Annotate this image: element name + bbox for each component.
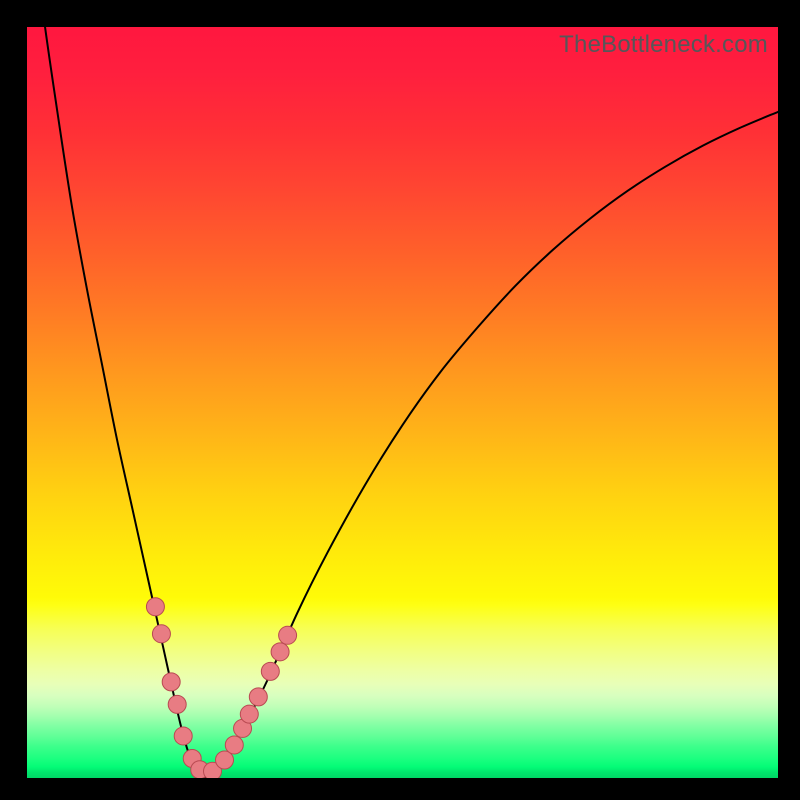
data-marker (261, 662, 279, 680)
data-marker (168, 695, 186, 713)
data-marker (162, 673, 180, 691)
data-marker (240, 705, 258, 723)
data-marker (271, 643, 289, 661)
data-marker (279, 626, 297, 644)
data-marker (152, 625, 170, 643)
data-marker (174, 727, 192, 745)
data-marker (249, 688, 267, 706)
outer-frame: TheBottleneck.com (0, 0, 800, 800)
gradient-bg (27, 27, 778, 778)
watermark-text: TheBottleneck.com (559, 31, 768, 59)
chart-svg (27, 27, 778, 778)
plot-area: TheBottleneck.com (27, 27, 778, 778)
data-marker (225, 736, 243, 754)
data-marker (146, 598, 164, 616)
